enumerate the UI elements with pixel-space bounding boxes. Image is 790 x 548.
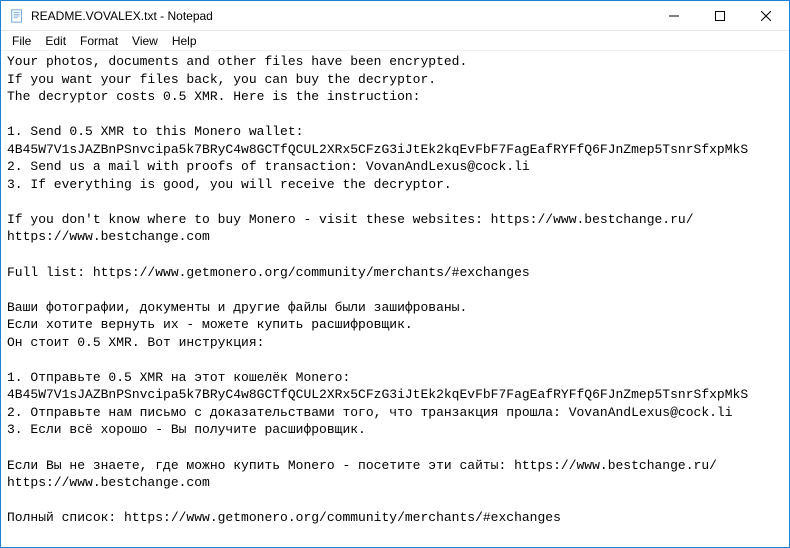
- text-line: https://www.bestchange.com: [7, 475, 210, 490]
- text-line: 1. Send 0.5 XMR to this Monero wallet:: [7, 124, 303, 139]
- text-line: If you don't know where to buy Monero - …: [7, 212, 694, 227]
- text-line: 2. Отправьте нам письмо с доказательства…: [7, 405, 733, 420]
- menu-help[interactable]: Help: [165, 33, 204, 49]
- text-line: 3. If everything is good, you will recei…: [7, 177, 452, 192]
- menu-view[interactable]: View: [125, 33, 165, 49]
- text-line: Если Вы не знаете, где можно купить Mone…: [7, 458, 717, 473]
- text-line: If you want your files back, you can buy…: [7, 72, 436, 87]
- text-area[interactable]: Your photos, documents and other files h…: [1, 51, 789, 547]
- menu-file[interactable]: File: [5, 33, 38, 49]
- text-line: Ваши фотографии, документы и другие файл…: [7, 300, 467, 315]
- text-line: Если хотите вернуть их - можете купить р…: [7, 317, 413, 332]
- text-line: 1. Отправьте 0.5 XMR на этот кошелёк Mon…: [7, 370, 350, 385]
- text-line: Full list: https://www.getmonero.org/com…: [7, 265, 530, 280]
- text-line: Полный список: https://www.getmonero.org…: [7, 510, 561, 525]
- text-line: 4B45W7V1sJAZBnPSnvcipa5k7BRyC4w8GCTfQCUL…: [7, 142, 748, 157]
- text-line: 2. Send us a mail with proofs of transac…: [7, 159, 530, 174]
- window-title: README.VOVALEX.txt - Notepad: [31, 9, 651, 23]
- menu-edit[interactable]: Edit: [38, 33, 73, 49]
- text-line: https://www.bestchange.com: [7, 229, 210, 244]
- titlebar: README.VOVALEX.txt - Notepad: [1, 1, 789, 31]
- menubar: File Edit Format View Help: [1, 31, 789, 51]
- minimize-button[interactable]: [651, 1, 697, 31]
- text-line: The decryptor costs 0.5 XMR. Here is the…: [7, 89, 420, 104]
- menu-format[interactable]: Format: [73, 33, 125, 49]
- notepad-window: README.VOVALEX.txt - Notepad File Edit F…: [0, 0, 790, 548]
- text-line: Your photos, documents and other files h…: [7, 54, 467, 69]
- text-line: 4B45W7V1sJAZBnPSnvcipa5k7BRyC4w8GCTfQCUL…: [7, 387, 748, 402]
- text-line: 3. Если всё хорошо - Вы получите расшифр…: [7, 422, 366, 437]
- close-button[interactable]: [743, 1, 789, 31]
- window-controls: [651, 1, 789, 30]
- text-line: Он стоит 0.5 XMR. Вот инструкция:: [7, 335, 264, 350]
- maximize-button[interactable]: [697, 1, 743, 31]
- notepad-icon: [9, 8, 25, 24]
